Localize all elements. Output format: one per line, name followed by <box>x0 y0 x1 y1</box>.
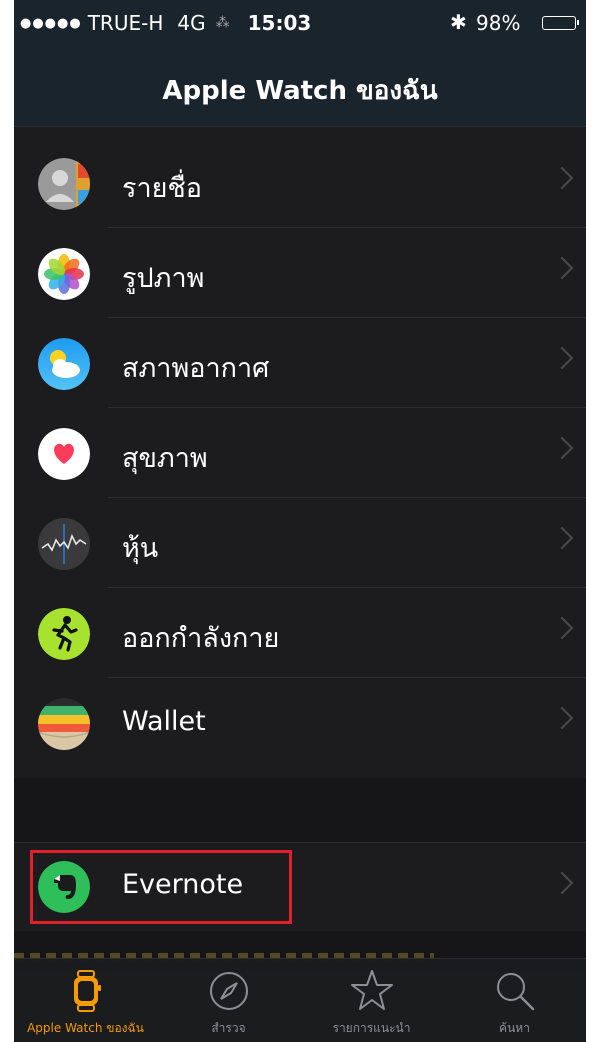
app-row-contacts[interactable]: รายชื่อ <box>14 138 586 228</box>
app-row-workout[interactable]: ออกกำลังกาย <box>14 588 586 678</box>
bluetooth-icon: ✱ <box>450 10 467 34</box>
tab-explore[interactable]: สำรวจ <box>157 959 300 1042</box>
status-time: 15:03 <box>247 11 312 35</box>
app-label: สภาพอากาศ <box>122 353 270 384</box>
tab-label: สำรวจ <box>211 1021 246 1035</box>
chevron-right-icon <box>550 256 574 280</box>
navigation-bar: Apple Watch ของฉัน <box>14 46 586 127</box>
app-row-wallet[interactable]: Wallet <box>14 678 586 768</box>
app-row-stocks[interactable]: หุ้น <box>14 498 586 588</box>
watch-icon <box>62 967 110 1015</box>
chevron-right-icon <box>550 616 574 640</box>
app-label: หุ้น <box>122 533 159 564</box>
health-icon <box>38 428 90 480</box>
app-label: สุขภาพ <box>122 443 208 474</box>
stocks-icon <box>38 518 90 570</box>
workout-icon <box>38 608 90 660</box>
wallet-icon <box>38 698 90 750</box>
chevron-right-icon <box>550 166 574 190</box>
tab-bar: Apple Watch ของฉัน สำรวจ รายการแนะนำ ค้น… <box>14 958 586 1042</box>
chevron-right-icon <box>550 526 574 550</box>
app-label: Wallet <box>122 706 206 737</box>
app-label: ออกกำลังกาย <box>122 623 280 654</box>
highlight-box <box>30 850 292 924</box>
battery-percent: 98% <box>476 11 521 35</box>
weather-icon <box>38 338 90 390</box>
chevron-right-icon <box>550 436 574 460</box>
tab-label: ค้นหา <box>499 1021 530 1035</box>
app-list: รายชื่อ รูปภาพ สภาพอากาศ สุขภาพ หุ้น ออก… <box>14 138 586 768</box>
chevron-right-icon <box>550 346 574 370</box>
search-icon <box>491 967 539 1015</box>
status-bar: ●●●●● TRUE-H 4G ⁂ 15:03 ✱ 98% <box>14 0 586 46</box>
photos-icon <box>38 248 90 300</box>
tab-label: รายการแนะนำ <box>332 1021 411 1035</box>
section-separator <box>14 778 586 842</box>
phone-screen: ●●●●● TRUE-H 4G ⁂ 15:03 ✱ 98% Apple Watc… <box>14 0 586 1042</box>
carrier-name: TRUE-H <box>87 11 164 35</box>
app-label: รายชื่อ <box>122 173 203 204</box>
signal-strength: ●●●●● <box>20 15 82 31</box>
tab-my-watch[interactable]: Apple Watch ของฉัน <box>14 959 157 1042</box>
contacts-icon <box>38 158 90 210</box>
battery-icon <box>542 16 579 30</box>
chevron-right-icon <box>550 871 574 895</box>
star-icon <box>348 967 396 1015</box>
app-row-weather[interactable]: สภาพอากาศ <box>14 318 586 408</box>
tab-featured[interactable]: รายการแนะนำ <box>300 959 443 1042</box>
tab-label: Apple Watch ของฉัน <box>27 1021 144 1035</box>
app-row-health[interactable]: สุขภาพ <box>14 408 586 498</box>
tab-search[interactable]: ค้นหา <box>443 959 586 1042</box>
activity-icon: ⁂ <box>215 15 230 31</box>
chevron-right-icon <box>550 706 574 730</box>
compass-icon <box>205 967 253 1015</box>
app-row-photos[interactable]: รูปภาพ <box>14 228 586 318</box>
app-label: รูปภาพ <box>122 263 205 294</box>
page-title: Apple Watch ของฉัน <box>162 76 438 106</box>
network-type: 4G <box>177 11 206 35</box>
